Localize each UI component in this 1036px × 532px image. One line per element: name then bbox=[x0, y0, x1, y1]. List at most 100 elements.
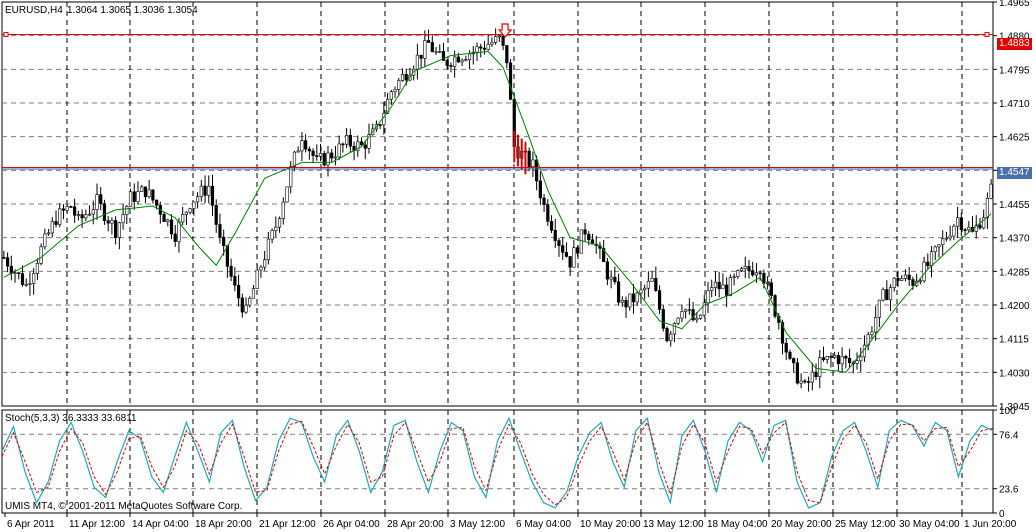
candle-body bbox=[874, 317, 878, 333]
candle-body bbox=[542, 197, 546, 205]
candle-body bbox=[944, 237, 949, 240]
candle-body bbox=[378, 124, 382, 126]
candle-body bbox=[754, 272, 759, 276]
x-tick-label: 13 May 12:00 bbox=[643, 519, 704, 530]
stoch-tick-label: 100 bbox=[999, 406, 1016, 417]
candle-body bbox=[650, 277, 654, 282]
candle-body bbox=[58, 208, 62, 225]
upper-level-handle bbox=[984, 31, 990, 37]
y-tick-label: 1.4965 bbox=[999, 0, 1030, 9]
candle-body bbox=[888, 287, 893, 301]
candle-body bbox=[397, 80, 401, 90]
candle-body bbox=[758, 272, 762, 275]
candle-body bbox=[941, 238, 945, 246]
candle-body bbox=[847, 357, 852, 364]
candle-body bbox=[766, 282, 770, 285]
candle-body bbox=[967, 226, 971, 231]
candle-body bbox=[948, 235, 952, 239]
candle-body bbox=[929, 251, 934, 267]
candle-body bbox=[490, 42, 494, 45]
candle-body bbox=[117, 222, 121, 238]
candle-body bbox=[956, 217, 960, 227]
candle-body bbox=[102, 203, 107, 221]
candle-body bbox=[2, 257, 6, 259]
candle-body bbox=[538, 180, 542, 199]
candle-body bbox=[639, 289, 643, 294]
candle-body bbox=[61, 208, 66, 211]
candle-body bbox=[568, 256, 572, 268]
candle-body bbox=[318, 153, 323, 157]
candle-body bbox=[341, 143, 345, 146]
candle-body bbox=[665, 328, 669, 342]
candle-body bbox=[926, 261, 930, 267]
candle-body bbox=[855, 360, 859, 364]
candle-body bbox=[695, 318, 699, 321]
x-tick-label: 11 Apr 12:00 bbox=[69, 519, 125, 530]
candle-body bbox=[657, 290, 662, 310]
candle-body bbox=[95, 194, 99, 210]
candle-body bbox=[631, 293, 636, 303]
candle-body bbox=[434, 51, 438, 53]
candle-body bbox=[553, 229, 557, 241]
candle-body bbox=[449, 65, 453, 67]
candle-body bbox=[952, 225, 956, 237]
x-tick-label: 1 Jun 20:00 bbox=[964, 519, 1017, 530]
stoch-tick-label: 0 bbox=[999, 509, 1005, 520]
candle-body bbox=[277, 218, 282, 228]
candle-body bbox=[933, 246, 937, 253]
candle-body bbox=[680, 311, 684, 319]
candle-body bbox=[687, 309, 691, 311]
candle-body bbox=[575, 247, 580, 254]
candle-body bbox=[885, 289, 889, 301]
candle-body bbox=[315, 155, 319, 157]
candle-body bbox=[337, 143, 341, 158]
candle-body bbox=[87, 213, 92, 216]
candle-body bbox=[963, 229, 967, 231]
candle-body bbox=[147, 189, 151, 198]
chart-window[interactable]: 1.49651.48801.47951.47101.46251.45401.44… bbox=[0, 0, 1036, 532]
candle-body bbox=[39, 246, 43, 264]
x-tick-label: 18 Apr 20:00 bbox=[195, 519, 252, 530]
candle-body bbox=[207, 185, 211, 196]
candle-body bbox=[236, 284, 241, 299]
candle-body bbox=[233, 276, 237, 286]
candle-body bbox=[155, 199, 159, 206]
candle-body bbox=[572, 247, 576, 268]
candle-body bbox=[717, 281, 721, 290]
y-tick-label: 1.4370 bbox=[999, 234, 1030, 245]
candle-body bbox=[128, 191, 133, 207]
candle-body bbox=[456, 56, 460, 63]
candle-body bbox=[229, 266, 233, 277]
chart-canvas[interactable]: 1.49651.48801.47951.47101.46251.45401.44… bbox=[0, 0, 1036, 532]
candle-body bbox=[438, 51, 442, 53]
candle-body bbox=[669, 333, 673, 342]
candle-body bbox=[508, 62, 513, 100]
candle-body bbox=[166, 219, 170, 222]
candle-body bbox=[359, 141, 364, 146]
upper-level-handle bbox=[3, 31, 9, 37]
candle-body bbox=[76, 214, 80, 216]
candle-body bbox=[531, 159, 535, 168]
candle-body bbox=[784, 342, 788, 353]
x-tick-label: 26 Apr 04:00 bbox=[323, 519, 380, 530]
candle-body bbox=[788, 351, 792, 359]
candle-body bbox=[728, 277, 732, 296]
candle-body bbox=[136, 191, 140, 202]
candle-body bbox=[20, 273, 25, 286]
candle-body bbox=[486, 43, 490, 50]
stoch-tick-label: 76.4 bbox=[999, 430, 1019, 441]
candle-body bbox=[654, 277, 658, 291]
candle-body bbox=[620, 299, 624, 303]
candle-body bbox=[35, 263, 39, 274]
candle-body bbox=[870, 331, 874, 336]
candle-body bbox=[5, 257, 10, 267]
candle-body bbox=[747, 265, 751, 271]
y-tick-label: 1.4200 bbox=[999, 301, 1030, 312]
candle-body bbox=[561, 245, 565, 253]
candle-body bbox=[911, 279, 915, 286]
candle-body bbox=[17, 272, 21, 275]
candle-body bbox=[903, 274, 908, 279]
candle-body bbox=[199, 185, 203, 197]
candle-body bbox=[892, 277, 896, 288]
candle-body bbox=[445, 60, 449, 66]
